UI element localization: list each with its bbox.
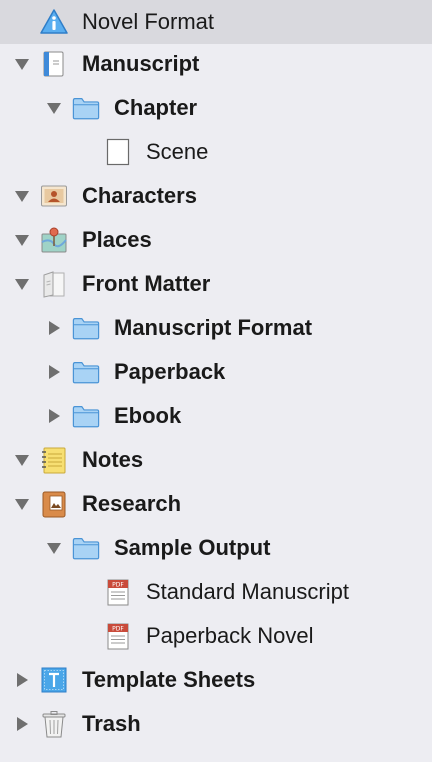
disclosure-expanded-icon[interactable]	[14, 276, 30, 292]
disclosure-expanded-icon[interactable]	[14, 452, 30, 468]
binder-item-research[interactable]: Research	[0, 482, 432, 526]
binder-item-label: Research	[82, 491, 182, 516]
disclosure-expanded-icon[interactable]	[14, 56, 30, 72]
disclosure-expanded-icon[interactable]	[46, 540, 62, 556]
blank-document-icon	[104, 138, 132, 166]
template-sheet-icon	[40, 666, 68, 694]
binder-item-chapter[interactable]: Chapter	[0, 86, 432, 130]
disclosure-collapsed-icon[interactable]	[46, 320, 62, 336]
binder-sidebar: Novel Format Manuscript Chapter Scene Ch…	[0, 0, 432, 762]
binder-item-label: Places	[82, 227, 152, 252]
binder-item-standard-manuscript[interactable]: PDF Standard Manuscript	[0, 570, 432, 614]
binder-item-label: Manuscript	[82, 51, 200, 76]
disclosure-collapsed-icon[interactable]	[14, 716, 30, 732]
folder-icon	[72, 94, 100, 122]
binder-item-ebook[interactable]: Ebook	[0, 394, 432, 438]
binder-item-label: Novel Format	[82, 9, 215, 34]
binder-item-label: Template Sheets	[82, 667, 256, 692]
binder-item-front-matter[interactable]: Front Matter	[0, 262, 432, 306]
svg-text:PDF: PDF	[112, 582, 124, 589]
notepad-icon	[40, 446, 68, 474]
disclosure-collapsed-icon[interactable]	[14, 672, 30, 688]
folder-icon	[72, 402, 100, 430]
disclosure-collapsed-icon[interactable]	[46, 364, 62, 380]
pdf-file-icon: PDF	[104, 622, 132, 650]
binder-item-label: Sample Output	[114, 535, 271, 560]
binder-item-label: Ebook	[114, 403, 182, 428]
folder-icon	[72, 534, 100, 562]
disclosure-expanded-icon[interactable]	[14, 496, 30, 512]
disclosure-collapsed-icon[interactable]	[46, 408, 62, 424]
binder-item-sample-output[interactable]: Sample Output	[0, 526, 432, 570]
binder-item-label: Manuscript Format	[114, 315, 313, 340]
binder-item-label: Scene	[146, 139, 209, 164]
info-icon	[40, 8, 68, 36]
trash-icon	[40, 710, 68, 738]
binder-item-label: Characters	[82, 183, 197, 208]
character-card-icon	[40, 182, 68, 210]
disclosure-expanded-icon[interactable]	[46, 100, 62, 116]
binder-item-label: Front Matter	[82, 271, 211, 296]
binder-item-notes[interactable]: Notes	[0, 438, 432, 482]
research-book-icon	[40, 490, 68, 518]
binder-item-label: Paperback	[114, 359, 226, 384]
binder-item-paperback[interactable]: Paperback	[0, 350, 432, 394]
svg-text:PDF: PDF	[112, 626, 124, 633]
front-matter-icon	[40, 270, 68, 298]
folder-icon	[72, 358, 100, 386]
binder-item-manuscript[interactable]: Manuscript	[0, 42, 432, 86]
binder-item-template-sheets[interactable]: Template Sheets	[0, 658, 432, 702]
binder-item-label: Notes	[82, 447, 144, 472]
disclosure-expanded-icon[interactable]	[14, 188, 30, 204]
binder-item-label: Trash	[82, 711, 141, 736]
binder-item-label: Standard Manuscript	[146, 579, 349, 604]
binder-item-label: Paperback Novel	[146, 623, 314, 648]
map-pin-icon	[40, 226, 68, 254]
binder-item-novel-format[interactable]: Novel Format	[0, 0, 432, 44]
disclosure-expanded-icon[interactable]	[14, 232, 30, 248]
binder-item-manuscript-format[interactable]: Manuscript Format	[0, 306, 432, 350]
binder-item-label: Chapter	[114, 95, 198, 120]
binder-item-characters[interactable]: Characters	[0, 174, 432, 218]
binder-item-trash[interactable]: Trash	[0, 702, 432, 746]
binder-item-paperback-novel[interactable]: PDF Paperback Novel	[0, 614, 432, 658]
binder-item-scene[interactable]: Scene	[0, 130, 432, 174]
manuscript-book-icon	[40, 50, 68, 78]
folder-icon	[72, 314, 100, 342]
binder-item-places[interactable]: Places	[0, 218, 432, 262]
pdf-file-icon: PDF	[104, 578, 132, 606]
